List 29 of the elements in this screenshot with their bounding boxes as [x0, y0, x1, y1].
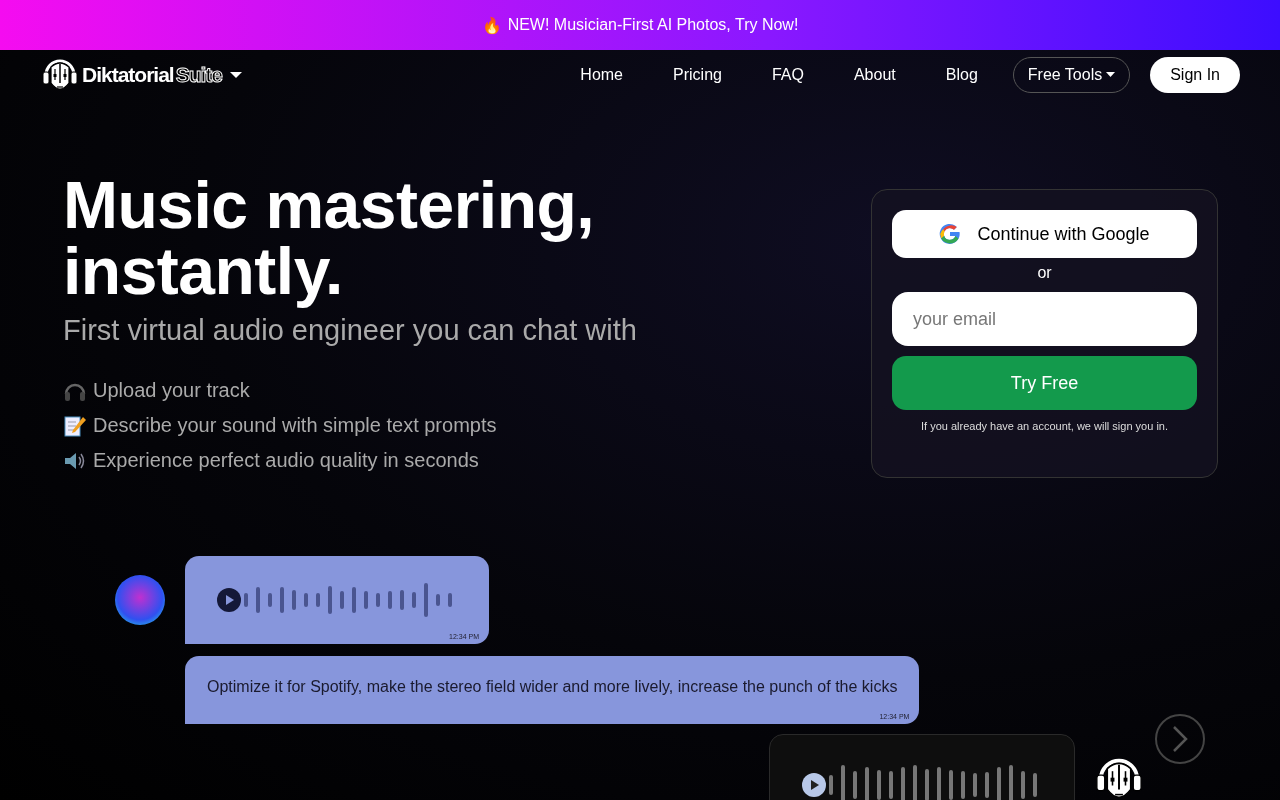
user-avatar [115, 575, 165, 625]
next-arrow-button[interactable] [1155, 714, 1205, 764]
nav-link[interactable]: Blog [930, 58, 993, 92]
google-button[interactable]: Continue with Google [892, 210, 1197, 258]
nav-link[interactable]: Pricing [658, 58, 737, 92]
chevron-right-icon [1172, 725, 1188, 753]
sign-in-button[interactable]: Sign In [1150, 57, 1240, 93]
fire-icon: 🔥 [481, 15, 502, 35]
banner-text[interactable]: NEW! Musician-First AI Photos, Try Now! [507, 16, 799, 34]
nav-link[interactable]: About [838, 58, 911, 92]
feature-text: Describe your sound with simple text prompts [93, 414, 497, 437]
brand-name[interactable]: Diktatorial [82, 63, 174, 87]
nav-link[interactable]: FAQ [756, 58, 819, 92]
play-icon[interactable] [217, 588, 241, 612]
google-logo-icon [939, 223, 962, 245]
try-free-button[interactable]: Try Free [892, 356, 1197, 410]
memo-pencil-icon [63, 414, 87, 437]
caret-icon[interactable] [230, 71, 243, 79]
nav-link[interactable]: Home [565, 58, 638, 92]
caret-icon [1106, 72, 1116, 78]
brand-name-outline[interactable]: Suite [175, 63, 223, 87]
sign-in-note: If you already have an account, we will sign you in. [921, 420, 1168, 432]
email-field[interactable]: your email [892, 292, 1197, 346]
feature-text: Experience perfect audio quality in seconds [93, 449, 479, 472]
promo-banner[interactable]: 🔥 NEW! Musician-First AI Photos, Try Now! [0, 0, 1280, 50]
or-separator: or [1037, 264, 1052, 282]
hero-subtitle: First virtual audio engineer you can chat with [63, 314, 638, 347]
play-icon[interactable] [802, 773, 826, 797]
feature-text: Upload your track [93, 379, 250, 402]
